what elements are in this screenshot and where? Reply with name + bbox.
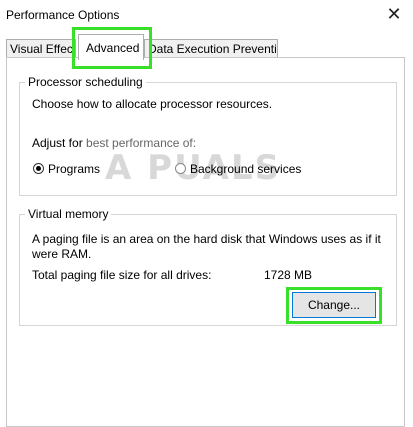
virtual-memory-legend: Virtual memory	[25, 207, 112, 221]
highlight-box-change-button	[286, 287, 382, 324]
background-services-radio[interactable]	[175, 163, 186, 174]
title-bar: Performance Options ✕	[0, 0, 413, 30]
adjust-prefix: Adjust for	[32, 136, 87, 150]
close-icon[interactable]: ✕	[383, 3, 405, 25]
processor-description: Choose how to allocate processor resourc…	[32, 97, 273, 111]
total-paging-value: 1728 MB	[264, 268, 313, 282]
virtual-memory-description-line1: A paging file is an area on the hard dis…	[32, 232, 381, 246]
programs-label[interactable]: Programs	[48, 162, 100, 176]
tab-data-execution-prevention[interactable]: Data Execution Prevention	[144, 39, 278, 57]
total-paging-label: Total paging file size for all drives:	[32, 268, 212, 282]
window-title: Performance Options	[6, 8, 120, 22]
background-services-label[interactable]: Background services	[190, 162, 301, 176]
virtual-memory-description-line2: were RAM.	[32, 247, 92, 261]
tab-visual-effects[interactable]: Visual Effects	[6, 39, 76, 57]
processor-scheduling-legend: Processor scheduling	[25, 75, 146, 89]
highlight-box-advanced-tab	[72, 27, 152, 69]
programs-radio[interactable]	[33, 163, 44, 174]
